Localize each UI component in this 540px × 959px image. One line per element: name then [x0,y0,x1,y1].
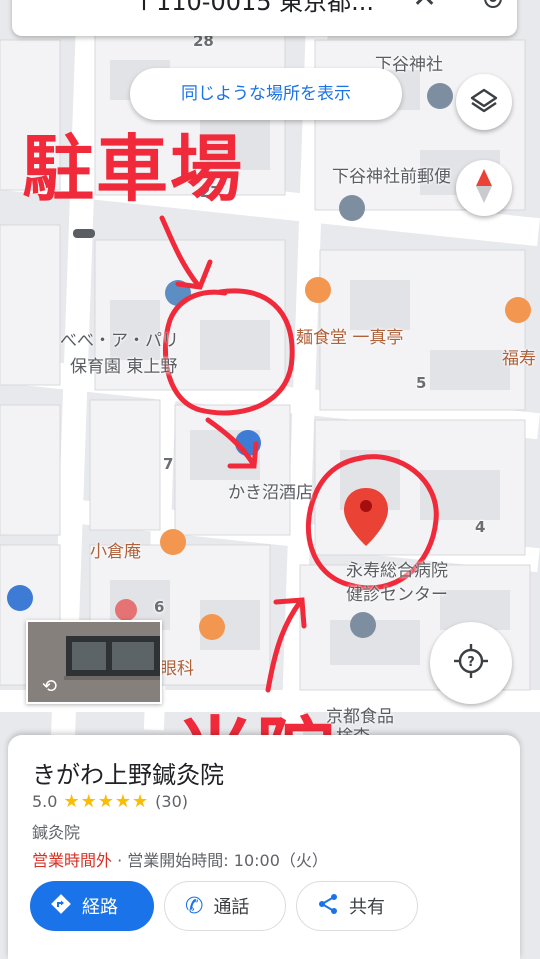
call-label: 通話 [213,897,250,918]
close-icon[interactable]: ✕ [412,0,437,15]
call-button[interactable]: ✆ 通話 [164,881,286,931]
svg-text:?: ? [467,655,475,670]
map-label-post-office[interactable]: 下谷神社前郵便 [332,162,451,187]
rotate-360-icon: ⟲ [42,676,58,697]
mic-icon[interactable] [482,0,504,18]
map-label-fuku[interactable]: 福寿 [502,344,536,369]
block-number: 4 [475,518,486,536]
layers-icon [470,86,498,118]
place-name: きがわ上野鍼灸院 [32,761,224,789]
place-category: 鍼灸院 [32,823,81,842]
map-label-ramen[interactable]: 麺食堂 一真亭 [296,323,403,348]
layers-button[interactable] [456,74,512,130]
map-label-nursery-2[interactable]: 保育園 東上野 [70,352,177,377]
map-label-ganka[interactable]: 眼科 [160,654,194,679]
share-button[interactable]: 共有 [296,881,418,931]
menu-icon[interactable] [44,0,72,18]
annotation-parking: 駐車場 [22,127,245,211]
rating-value: 5.0 [32,792,58,811]
rating-stars: ★★★★★ [63,791,150,812]
map-label-kakinuma[interactable]: かき沼酒店 [228,478,313,503]
compass-icon [474,169,494,207]
block-number: 5 [416,374,427,392]
status-closed: 営業時間外 [32,851,113,870]
block-number: 7 [163,455,174,473]
share-icon [317,893,339,920]
search-query[interactable]: 〒110-0015 東京都... [132,0,374,17]
directions-label: 経路 [82,897,118,918]
share-label: 共有 [349,897,385,918]
hours-row[interactable]: 営業時間外 · 営業開始時間: 10:00（火） [32,847,328,871]
map-label-hospital-2[interactable]: 健診センター [346,580,448,605]
directions-button[interactable]: 経路 [30,881,154,931]
search-bar[interactable]: 〒110-0015 東京都... ✕ [12,0,517,36]
location-target-icon: ? [454,644,488,682]
directions-icon [50,893,72,920]
similar-places-chip[interactable]: 同じような場所を表示 [130,68,402,120]
street-view-thumbnail[interactable]: ⟲ [26,620,162,704]
rating-row[interactable]: 5.0 ★★★★★ (30) [32,791,188,812]
opening-time: · 営業開始時間: 10:00（火） [117,851,328,870]
map-label-hospital[interactable]: 永寿総合病院 [346,556,448,581]
place-card[interactable]: きがわ上野鍼灸院 5.0 ★★★★★ (30) 鍼灸院 営業時間外 · 営業開始… [8,735,520,959]
review-count[interactable]: (30) [155,792,188,811]
block-number: 6 [154,598,165,616]
phone-icon: ✆ [185,893,204,919]
my-location-button[interactable]: ? [430,622,512,704]
map-label-nursery[interactable]: べべ・ア・パリ [60,326,179,351]
map-label-ogura[interactable]: 小倉庵 [90,537,141,562]
compass-button[interactable] [456,160,512,216]
